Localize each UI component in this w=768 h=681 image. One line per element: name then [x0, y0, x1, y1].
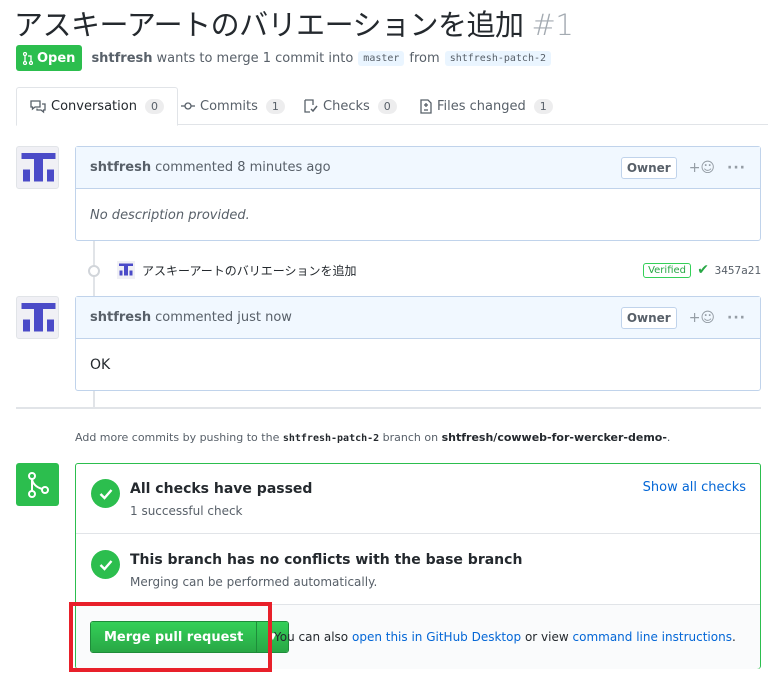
tab-commits[interactable]: Commits 1 [181, 87, 285, 125]
open-in-desktop-link[interactable]: open this in GitHub Desktop [352, 630, 521, 644]
commit-sha[interactable]: 3457a21 [715, 264, 761, 277]
git-pull-request-icon [23, 51, 33, 65]
tab-commits-count: 1 [265, 98, 285, 114]
status-label: Open [37, 50, 76, 66]
pr-title: アスキーアートのバリエーションを追加 #1 [14, 2, 574, 44]
tab-checks-count: 0 [377, 98, 397, 114]
pr-tabs: Conversation 0 Commits 1 Checks 0 Files … [16, 87, 768, 126]
timeline-divider [16, 407, 761, 409]
owner-badge: Owner [620, 157, 677, 179]
tab-conversation-label: Conversation [51, 99, 137, 114]
pr-meta: Open shtfresh wants to merge 1 commit in… [16, 45, 556, 71]
checks-section: All checks have passed 1 successful chec… [76, 464, 760, 534]
alt-prefix: You can also [274, 630, 349, 644]
pr-summary: wants to merge 1 commit into [156, 50, 354, 66]
comment-discussion-icon [30, 99, 46, 113]
comment-time[interactable]: commented just now [155, 310, 292, 325]
merge-box: All checks have passed 1 successful chec… [75, 463, 761, 669]
merge-footer: Merge pull request ▼ You can also open t… [76, 605, 760, 669]
git-commit-icon [181, 102, 195, 110]
pr-number: #1 [531, 8, 574, 42]
timeline-line [93, 390, 95, 407]
check-circle-icon [91, 550, 120, 579]
hint-repo: shtfresh/cowweb-for-wercker-demo- [441, 431, 667, 444]
add-reaction-icon[interactable]: +☺ [689, 160, 715, 176]
owner-badge: Owner [620, 307, 677, 329]
file-diff-icon [420, 98, 432, 114]
comment: shtfresh commented just now Owner +☺ ···… [75, 296, 761, 391]
hint-branch: shtfresh-patch-2 [282, 433, 380, 444]
push-hint: Add more commits by pushing to the shtfr… [75, 431, 670, 444]
avatar[interactable] [16, 296, 59, 339]
base-branch[interactable]: master [358, 50, 405, 66]
pr-author-link[interactable]: shtfresh [91, 51, 152, 66]
comment: shtfresh commented 8 minutes ago Owner +… [75, 146, 761, 241]
tab-commits-label: Commits [200, 98, 258, 114]
hint-middle: branch on [382, 431, 439, 444]
command-line-instructions-link[interactable]: command line instructions [573, 630, 732, 644]
comment-author[interactable]: shtfresh [90, 310, 151, 325]
conflicts-subtitle: Merging can be performed automatically. [130, 575, 378, 589]
checks-title: All checks have passed [130, 481, 313, 497]
merge-alternatives: You can also open this in GitHub Desktop… [274, 630, 736, 644]
checks-subtitle: 1 successful check [130, 504, 243, 518]
avatar[interactable] [117, 261, 135, 279]
from-word: from [409, 50, 440, 66]
merge-button-group: Merge pull request ▼ [90, 621, 290, 653]
conflicts-section: This branch has no conflicts with the ba… [76, 534, 760, 605]
head-branch[interactable]: shtfresh-patch-2 [444, 50, 552, 66]
git-merge-icon [16, 463, 59, 506]
tab-checks[interactable]: Checks 0 [304, 87, 397, 125]
comment-header: shtfresh commented just now Owner +☺ ··· [76, 297, 760, 339]
tab-files-changed-count: 1 [533, 98, 553, 114]
tab-files-changed[interactable]: Files changed 1 [420, 87, 553, 125]
verified-badge[interactable]: Verified [643, 262, 691, 278]
tab-files-changed-label: Files changed [437, 98, 526, 114]
checklist-icon [304, 99, 318, 113]
add-reaction-icon[interactable]: +☺ [689, 310, 715, 326]
alt-middle: or view [524, 630, 569, 644]
comment-author[interactable]: shtfresh [90, 160, 151, 175]
status-badge: Open [16, 45, 83, 71]
hint-prefix: Add more commits by pushing to the [75, 431, 280, 444]
alt-suffix: . [731, 630, 736, 644]
more-options-icon[interactable]: ··· [727, 160, 746, 176]
comment-header: shtfresh commented 8 minutes ago Owner +… [76, 147, 760, 189]
more-options-icon[interactable]: ··· [727, 310, 746, 326]
pr-title-text: アスキーアートのバリエーションを追加 [14, 8, 524, 42]
hint-suffix: . [666, 431, 671, 444]
conflicts-title: This branch has no conflicts with the ba… [130, 552, 523, 568]
avatar[interactable] [16, 146, 59, 189]
commit-message[interactable]: アスキーアートのバリエーションを追加 [142, 262, 357, 279]
commit-row: アスキーアートのバリエーションを追加 Verified ✔ 3457a21 [75, 256, 761, 284]
merge-pull-request-button[interactable]: Merge pull request [91, 622, 257, 652]
check-circle-icon [91, 479, 120, 508]
comment-time[interactable]: commented 8 minutes ago [155, 160, 330, 175]
show-all-checks-link[interactable]: Show all checks [643, 480, 746, 495]
check-icon[interactable]: ✔ [697, 262, 709, 278]
comment-body: OK [90, 357, 111, 373]
tab-conversation[interactable]: Conversation 0 [16, 87, 178, 126]
comment-body: No description provided. [90, 207, 250, 223]
tab-checks-label: Checks [323, 98, 370, 114]
tab-conversation-count: 0 [144, 99, 164, 114]
